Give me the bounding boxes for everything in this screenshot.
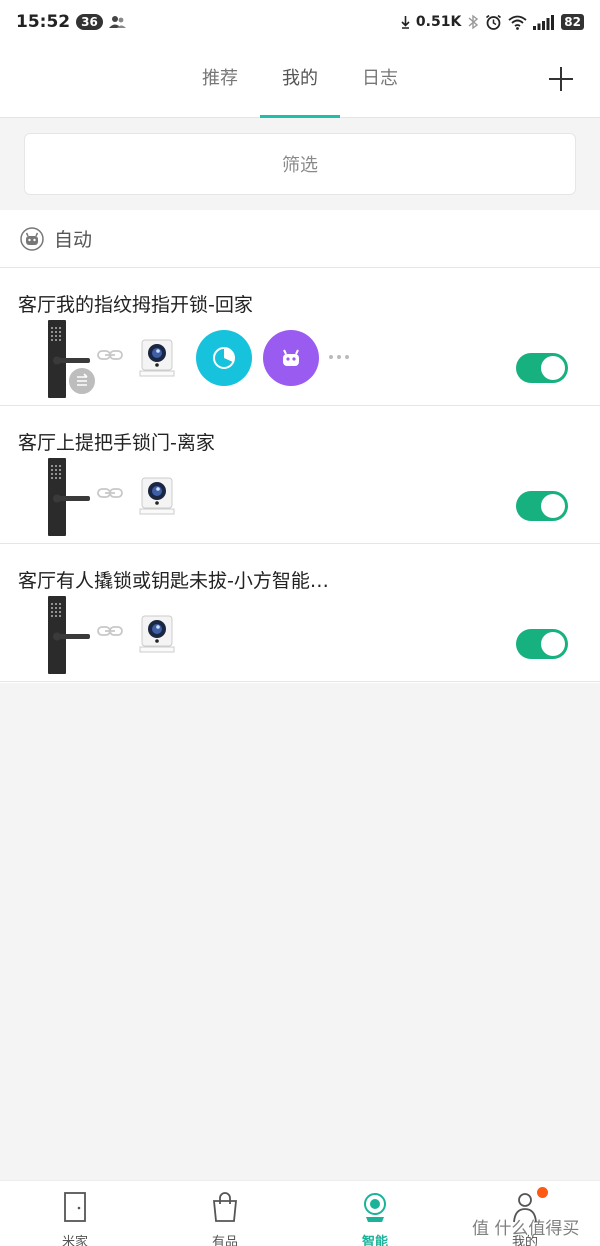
section-title: 自动: [54, 229, 93, 251]
robot-face-icon: [283, 349, 299, 366]
bluetooth-icon: [468, 14, 479, 30]
scene-item[interactable]: 客厅有人撬锁或钥匙未拔-小方智能…: [0, 544, 600, 682]
status-right-group: 0.51K 82: [401, 14, 584, 31]
notification-dot: [537, 1187, 548, 1198]
nav-label: 米家: [61, 1235, 88, 1246]
tabs: 推荐 我的 日志: [0, 44, 600, 118]
nav-item-smart[interactable]: 智能: [335, 1187, 415, 1246]
robot-icon: [20, 226, 44, 251]
automation-section: 自动 客厅我的指纹拇指开锁-回家 客厅上提把手锁门-离家 客厅有人撬锁或钥匙未拔…: [0, 210, 600, 683]
alarm-icon: [486, 14, 502, 30]
link-icon: [97, 350, 123, 360]
scene-icons: [0, 596, 600, 676]
wifi-icon: [508, 15, 527, 30]
nav-label: 智能: [361, 1235, 388, 1246]
camera-icon: [139, 339, 175, 377]
timer-icon: [213, 347, 235, 369]
scene-item[interactable]: 客厅我的指纹拇指开锁-回家: [0, 268, 600, 406]
watermark: 值 什么值得买: [472, 1219, 580, 1239]
smart-lock-icon: [48, 458, 90, 536]
smart-lock-icon: [48, 596, 90, 674]
scene-icons: [0, 458, 600, 538]
door-icon: [64, 1192, 86, 1222]
section-header: 自动: [0, 210, 600, 268]
scene-title: 客厅上提把手锁门-离家: [18, 432, 215, 454]
scene-toggle[interactable]: [516, 629, 568, 659]
scene-title: 客厅我的指纹拇指开锁-回家: [18, 294, 253, 316]
more-dots-icon: [329, 355, 349, 359]
tab-recommended[interactable]: 推荐: [180, 64, 260, 90]
link-icon: [97, 488, 123, 498]
link-icon: [97, 626, 123, 636]
tab-log[interactable]: 日志: [340, 64, 420, 90]
tab-mine[interactable]: 我的: [260, 64, 340, 90]
scene-toggle[interactable]: [516, 491, 568, 521]
network-speed: 0.51K: [415, 14, 462, 30]
toggle-knob: [541, 632, 565, 656]
scene-title: 客厅有人撬锁或钥匙未拔-小方智能…: [18, 570, 329, 592]
scene-icons: [0, 320, 600, 400]
battery-indicator: 82: [561, 14, 584, 30]
toggle-knob: [541, 356, 565, 380]
scene-item[interactable]: 客厅上提把手锁门-离家: [0, 406, 600, 544]
status-time: 15:52: [16, 12, 71, 32]
toggle-knob: [541, 494, 565, 518]
shopping-bag-icon: [213, 1192, 237, 1222]
download-arrow-icon: [401, 16, 410, 29]
nav-label: 有品: [211, 1235, 238, 1246]
active-tab-indicator: [260, 115, 340, 118]
nav-item-mijia[interactable]: 米家: [35, 1187, 115, 1246]
signal-icon: [533, 14, 555, 30]
filter-button[interactable]: 筛选: [24, 133, 576, 195]
lock-badge-icon: [67, 366, 97, 396]
timer-action-button[interactable]: [196, 330, 252, 386]
camera-icon: [139, 477, 175, 515]
status-bar: 15:52 36 0.51K 82: [0, 0, 600, 44]
notification-count-badge: 36: [76, 14, 103, 30]
smart-robot-icon: [364, 1193, 386, 1222]
nav-item-youpin[interactable]: 有品: [185, 1187, 265, 1246]
contacts-icon: [108, 16, 126, 28]
robot-action-button[interactable]: [263, 330, 319, 386]
scene-toggle[interactable]: [516, 353, 568, 383]
camera-icon: [139, 615, 175, 653]
add-icon[interactable]: [548, 66, 574, 92]
top-tab-bar: 推荐 我的 日志: [0, 44, 600, 118]
